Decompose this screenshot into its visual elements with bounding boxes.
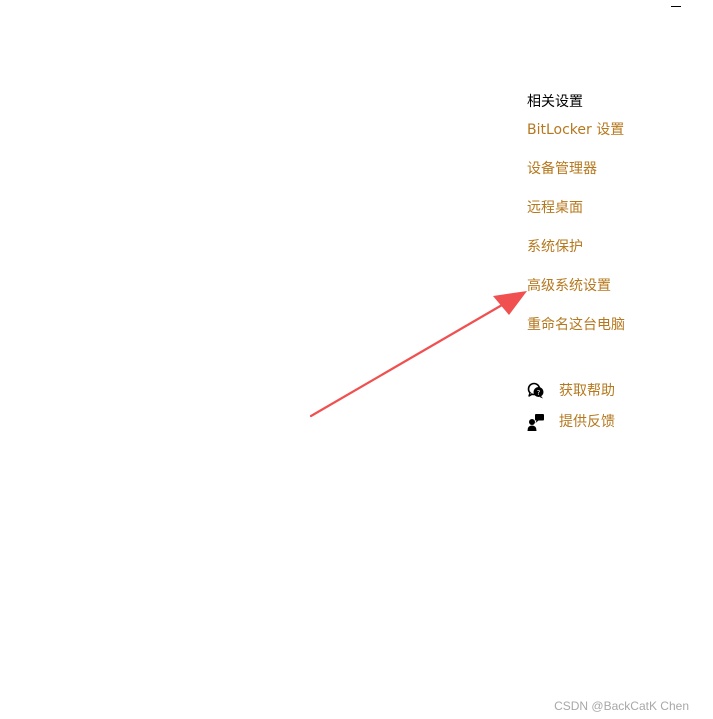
- system-protection-link[interactable]: 系统保护: [527, 237, 583, 257]
- svg-text:?: ?: [537, 389, 541, 397]
- bitlocker-settings-link[interactable]: BitLocker 设置: [527, 120, 624, 140]
- related-settings-title: 相关设置: [527, 94, 583, 110]
- chat-bubbles-icon: ?: [527, 382, 544, 399]
- get-help-link[interactable]: ? 获取帮助: [527, 381, 615, 401]
- device-manager-link[interactable]: 设备管理器: [527, 159, 597, 179]
- settings-page: 相关设置 BitLocker 设置 设备管理器 远程桌面 系统保护 高级系统设置…: [0, 0, 713, 719]
- person-feedback-icon: [527, 414, 544, 431]
- related-settings-panel: 相关设置 BitLocker 设置 设备管理器 远程桌面 系统保护 高级系统设置…: [527, 92, 707, 333]
- feedback-label: 提供反馈: [559, 414, 615, 430]
- get-help-label: 获取帮助: [559, 383, 615, 399]
- remote-desktop-link[interactable]: 远程桌面: [527, 198, 583, 218]
- watermark-text: CSDN @BackCatK Chen: [554, 699, 689, 713]
- feedback-link[interactable]: 提供反馈: [527, 412, 615, 432]
- minimize-button[interactable]: [668, 0, 686, 14]
- advanced-system-settings-link[interactable]: 高级系统设置: [527, 276, 611, 296]
- rename-pc-link[interactable]: 重命名这台电脑: [527, 315, 625, 335]
